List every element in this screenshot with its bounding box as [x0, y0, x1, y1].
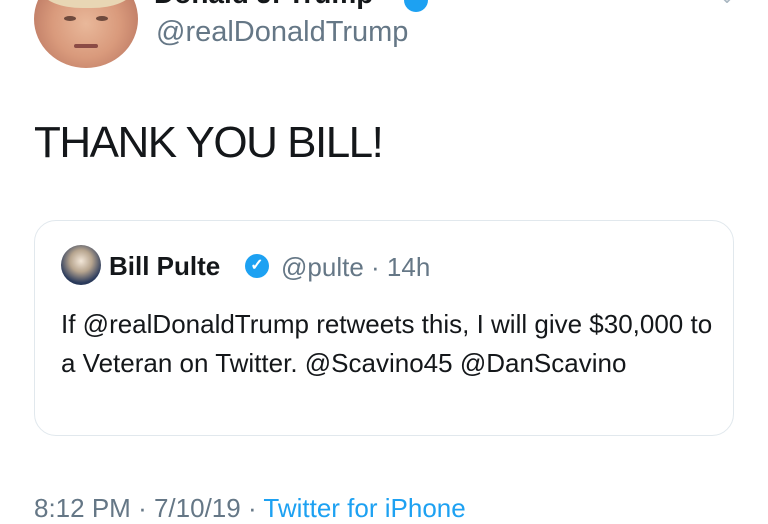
tweet-date[interactable]: 7/10/19: [154, 493, 241, 523]
avatar-eye-right: [96, 16, 108, 21]
quoted-author-avatar[interactable]: [61, 245, 101, 285]
avatar-eye-left: [64, 16, 76, 21]
avatar-mouth: [74, 44, 98, 48]
tweet-source-link[interactable]: Twitter for iPhone: [263, 493, 465, 523]
verified-badge-icon: [404, 0, 428, 12]
quoted-tweet-text: If @realDonaldTrump retweets this, I wil…: [61, 309, 713, 378]
tweet-text: THANK YOU BILL!: [34, 118, 384, 167]
footer-separator: ·: [247, 493, 257, 523]
quoted-author-name[interactable]: Bill Pulte: [109, 251, 220, 282]
quoted-author-handle[interactable]: @pulte: [281, 252, 364, 282]
footer-separator: ·: [138, 493, 147, 523]
quoted-tweet-age[interactable]: 14h: [387, 252, 430, 282]
tweet-time[interactable]: 8:12 PM: [34, 493, 131, 523]
verified-badge-icon: ✓: [245, 254, 269, 278]
quoted-tweet-card[interactable]: Bill Pulte ✓ @pulte · 14h If @realDonald…: [34, 220, 734, 436]
chevron-down-icon[interactable]: ⌄: [716, 0, 738, 8]
tweet-footer: 8:12 PM · 7/10/19 · Twitter for iPhone: [34, 493, 466, 524]
author-avatar[interactable]: [34, 0, 138, 68]
meta-separator: ·: [371, 252, 380, 282]
author-handle[interactable]: @realDonaldTrump: [156, 16, 408, 49]
author-display-name[interactable]: Donald J. Trump: [154, 0, 373, 10]
quoted-tweet-meta: @pulte · 14h: [281, 252, 430, 283]
avatar-hair: [42, 0, 132, 8]
